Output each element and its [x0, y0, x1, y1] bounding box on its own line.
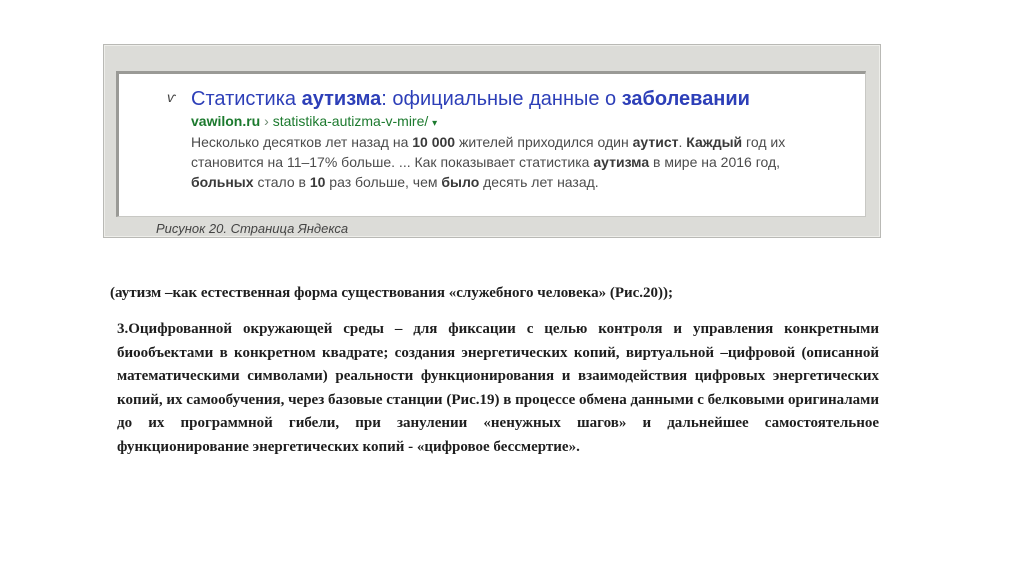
- figure-frame: ⱱ Статистика аутизма: официальные данные…: [103, 44, 881, 238]
- result-url-path: statistika-autizma-v-mire/: [272, 113, 429, 129]
- result-url-separator: ›: [260, 113, 273, 129]
- title-text: Статистика: [191, 88, 302, 110]
- snippet-highlight: Каждый: [686, 134, 743, 150]
- url-menu-caret-icon[interactable]: ▾: [432, 118, 437, 129]
- snippet-highlight: 10 000: [412, 134, 456, 150]
- snippet-text: Несколько десятков лет назад на: [191, 134, 413, 150]
- snippet-text: жителей приходился один: [455, 134, 633, 150]
- snippet-text: стало в: [253, 174, 310, 190]
- digital-environment-paragraph: 3.Оцифрованной окружающей среды – для фи…: [117, 321, 879, 455]
- snippet-highlight: было: [441, 174, 480, 190]
- autism-line: (аутизм –как естественная форма существо…: [110, 285, 674, 301]
- figure-caption: Рисунок 20. Страница Яндекса: [156, 221, 349, 236]
- search-result-title[interactable]: Статистика аутизма: официальные данные о…: [191, 87, 750, 111]
- snippet-text: раз больше, чем: [325, 174, 442, 190]
- search-result-snippet: Несколько десятков лет назад на 10 000 ж…: [191, 132, 841, 192]
- title-highlight: заболевании: [621, 88, 750, 110]
- result-url-domain: vawilon.ru: [191, 113, 261, 129]
- snippet-highlight: больных: [191, 174, 254, 190]
- search-result-url[interactable]: vawilon.ru › statistika-autizma-v-mire/ …: [191, 113, 437, 132]
- snippet-highlight: аутист: [632, 134, 679, 150]
- snippet-text: в мире на 2016 год,: [649, 154, 781, 170]
- title-highlight: аутизма: [301, 88, 382, 110]
- site-favicon-icon: ⱱ: [167, 89, 176, 105]
- snippet-text: десять лет назад.: [479, 174, 599, 190]
- snippet-highlight: 10: [309, 174, 326, 190]
- title-text: : официальные данные о: [381, 88, 622, 110]
- search-result-screenshot: ⱱ Статистика аутизма: официальные данные…: [116, 71, 866, 217]
- snippet-highlight: аутизма: [593, 154, 650, 170]
